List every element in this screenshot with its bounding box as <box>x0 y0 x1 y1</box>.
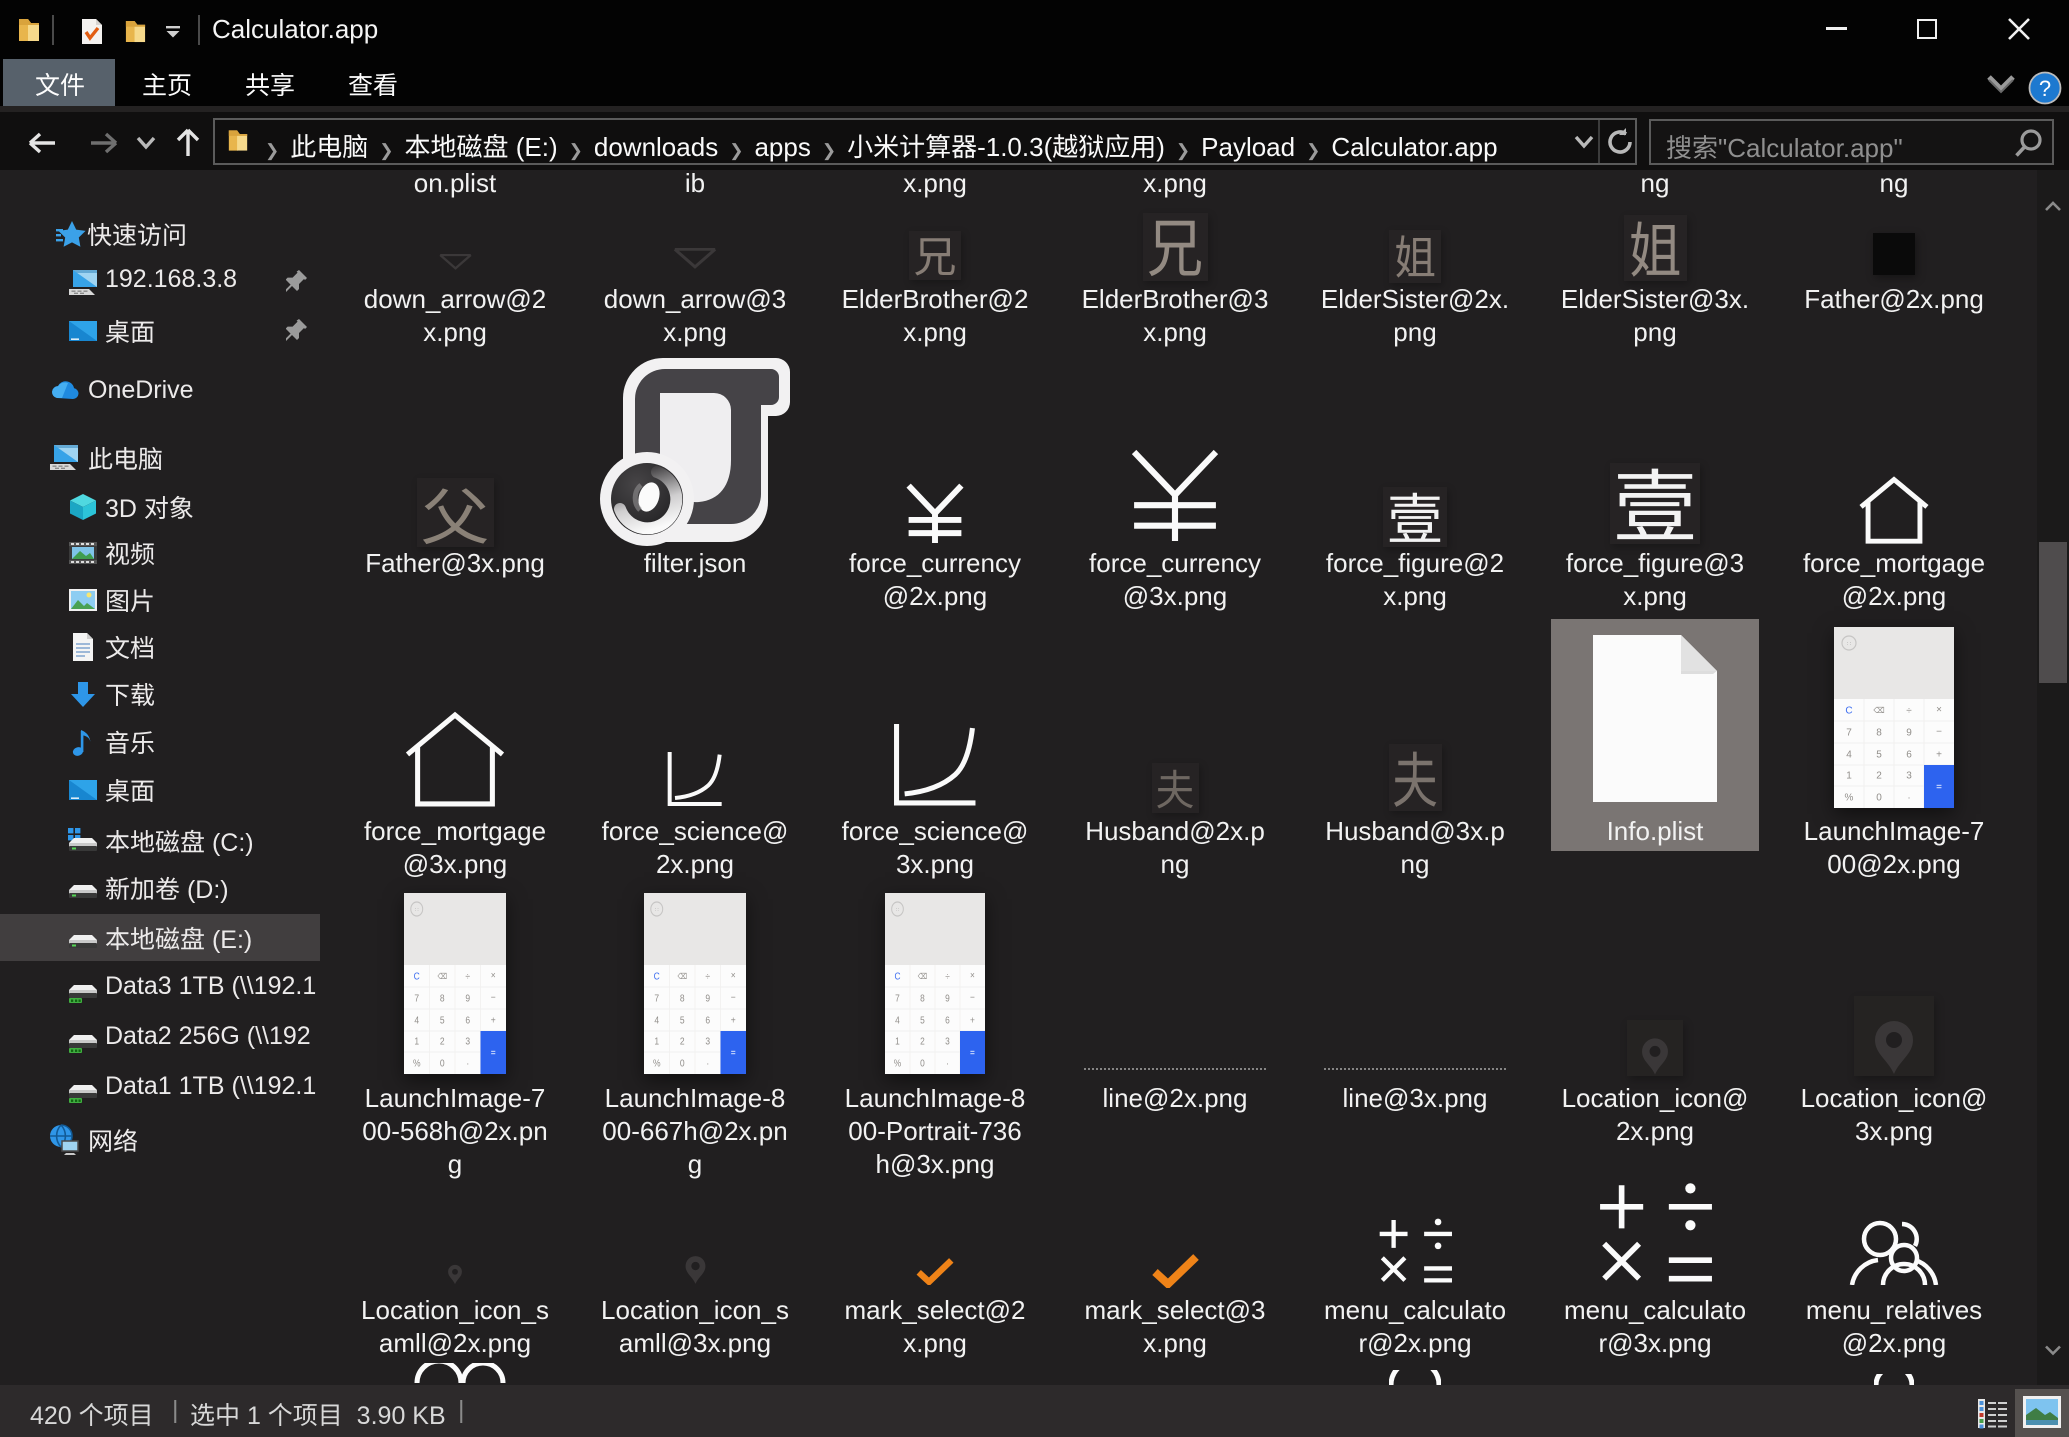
svg-text:?: ? <box>2039 76 2051 101</box>
